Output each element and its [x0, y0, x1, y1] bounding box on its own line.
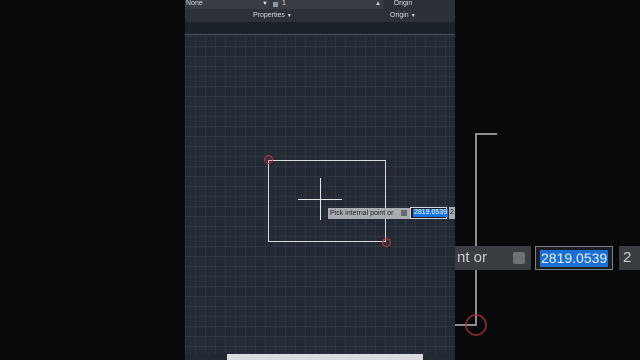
chevron-down-icon: ▼	[410, 13, 416, 19]
dynamic-input-field[interactable]: 2819.0539	[410, 207, 449, 219]
layer-dropdown-value: None	[186, 0, 203, 7]
ribbon-divider-line	[185, 34, 455, 35]
lineweight-icon	[273, 2, 278, 7]
corner-marker-bottom-right	[382, 238, 391, 247]
prompt-text: Pick internal point or	[330, 210, 394, 217]
layer-dropdown[interactable]: None ▼	[185, 0, 270, 9]
command-line[interactable]	[227, 354, 423, 360]
crosshair-cursor-vertical	[320, 178, 321, 220]
zoom-prompt-text: nt or	[457, 249, 488, 266]
zoom-rect-left-edge	[475, 133, 477, 246]
zoom-rect-top-edge	[475, 133, 497, 135]
dynamic-input-value: 2819.0539	[413, 209, 449, 217]
dynamic-input-prompt: Pick internal point or	[328, 208, 410, 219]
chevron-down-icon: ▼	[262, 1, 268, 7]
zoom-prompt-label: nt or	[455, 246, 531, 270]
zoom-input-secondary: 2	[619, 246, 640, 270]
origin-panel-label: Origin	[390, 12, 409, 19]
zoom-input-value: 2819.0539	[540, 250, 609, 267]
properties-panel-label: Properties	[253, 12, 285, 19]
zoom-corner-marker	[465, 314, 487, 336]
dynamic-input-secondary[interactable]: 2	[449, 207, 455, 219]
drawn-rectangle[interactable]	[268, 160, 386, 242]
lock-icon	[401, 210, 407, 216]
lineweight-dropdown[interactable]: 1 ▲	[271, 0, 383, 9]
ribbon: None ▼ 1 ▲ Origin Properties ▼ Origin ▼	[185, 0, 455, 22]
background-zoom-overlay	[455, 0, 640, 360]
corner-marker-top-left	[264, 155, 273, 164]
background-left	[0, 0, 185, 360]
autocad-window: None ▼ 1 ▲ Origin Properties ▼ Origin ▼ Pi…	[185, 0, 455, 360]
lock-icon	[513, 252, 525, 264]
ribbon-separator	[185, 22, 455, 34]
zoom-input: 2819.0539	[535, 246, 613, 270]
origin-panel-title[interactable]: Origin ▼	[390, 11, 416, 21]
properties-panel-title[interactable]: Properties ▼	[253, 11, 292, 21]
origin-button[interactable]: Origin	[385, 0, 421, 9]
spinner-icon: ▲	[375, 1, 381, 7]
chevron-down-icon: ▼	[286, 13, 292, 19]
lineweight-dropdown-value: 1	[282, 0, 286, 7]
